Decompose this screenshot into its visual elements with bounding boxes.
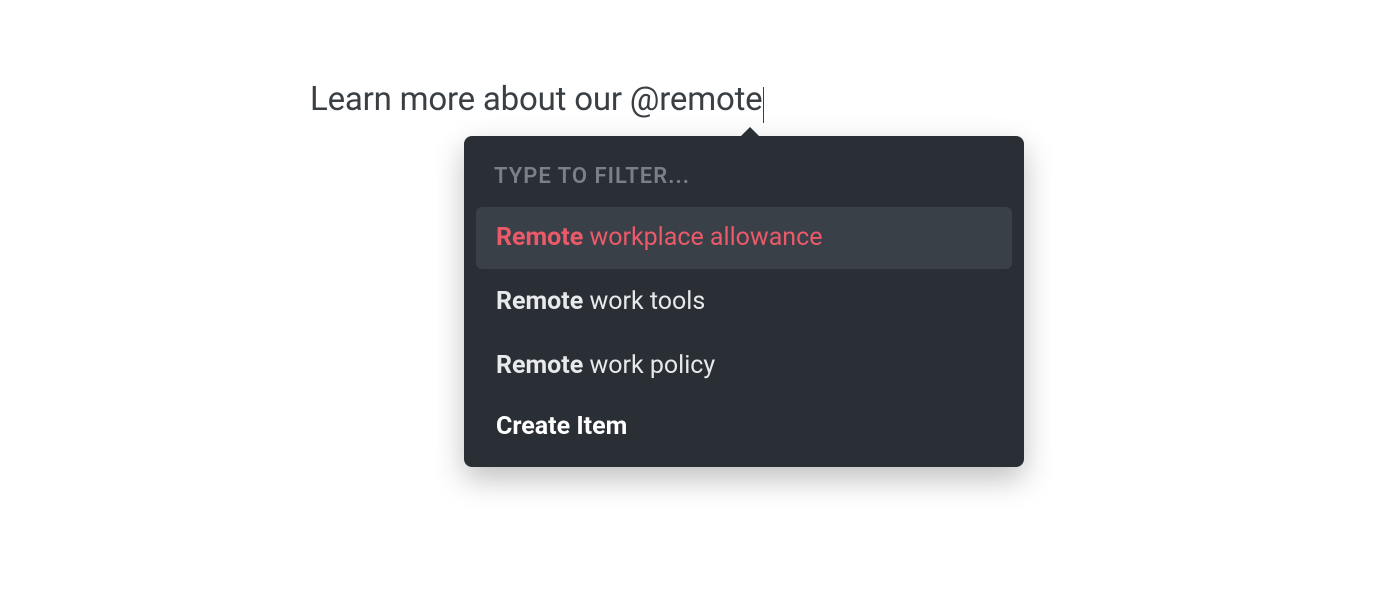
mention-popover-panel: TYPE TO FILTER... Remote workplace allow…	[464, 136, 1024, 467]
suggestion-rest: work tools	[583, 287, 705, 316]
suggestion-rest: work policy	[583, 351, 715, 380]
suggestion-match: Remote	[496, 223, 583, 252]
create-item-button[interactable]: Create Item	[476, 398, 1012, 451]
mention-popover: TYPE TO FILTER... Remote workplace allow…	[464, 136, 1024, 467]
suggestion-item[interactable]: Remote work tools	[476, 271, 1012, 333]
editor-prefix-text: Learn more about our	[310, 80, 630, 119]
suggestion-rest: workplace allowance	[583, 223, 822, 252]
text-cursor	[763, 87, 764, 123]
suggestion-item[interactable]: Remote workplace allowance	[476, 207, 1012, 269]
editor-text-line[interactable]: Learn more about our @remote	[310, 80, 764, 119]
suggestion-match: Remote	[496, 351, 583, 380]
editor-mention-text: @remote	[630, 80, 763, 119]
suggestion-match: Remote	[496, 287, 583, 316]
filter-header-label: TYPE TO FILTER...	[476, 150, 1012, 207]
popover-arrow-icon	[740, 127, 760, 137]
suggestion-item[interactable]: Remote work policy	[476, 335, 1012, 397]
